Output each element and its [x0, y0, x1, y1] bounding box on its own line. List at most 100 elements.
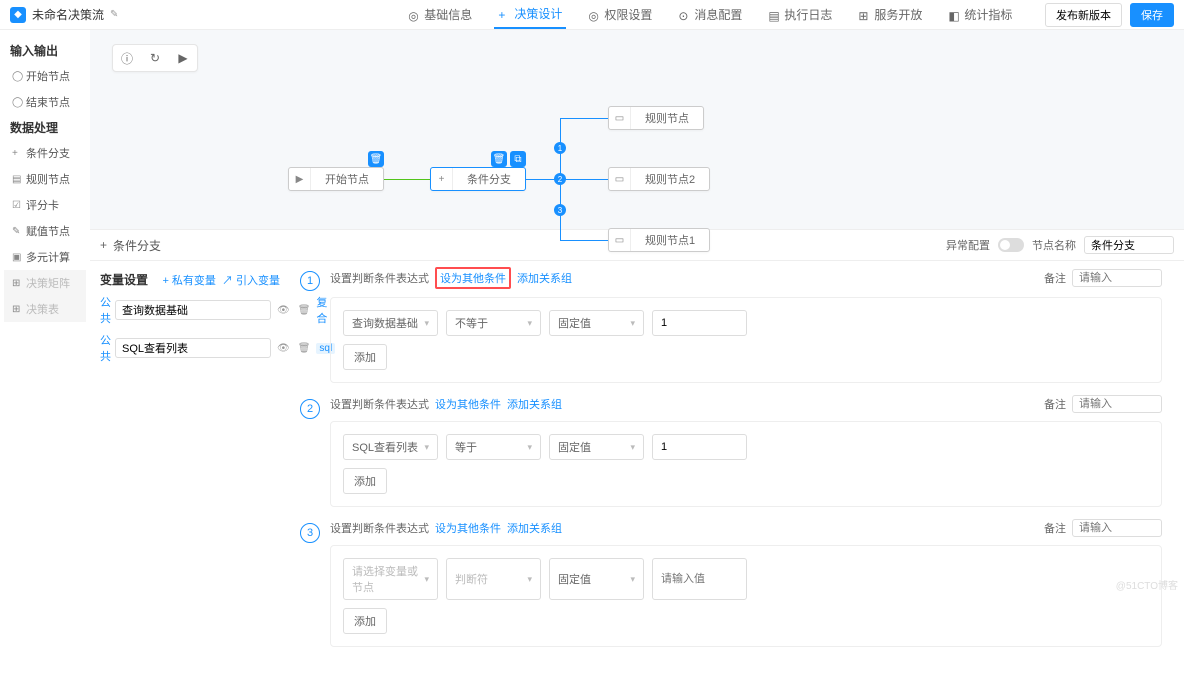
stats-icon: ◧ [948, 9, 960, 21]
canvas-toolbar: ⓘ ↻ ▶ [112, 44, 198, 72]
exception-label: 异常配置 [946, 237, 990, 253]
value-type-select[interactable]: 固定值▾ [549, 434, 644, 460]
value-input[interactable] [652, 434, 747, 460]
plus-icon: + [12, 148, 22, 159]
value-input[interactable] [652, 558, 747, 600]
value-type-select[interactable]: 固定值▾ [549, 558, 644, 600]
operator-select[interactable]: 等于▾ [446, 434, 541, 460]
var-name-input[interactable] [115, 300, 271, 320]
set-other-link[interactable]: 设为其他条件 [435, 520, 501, 536]
plus-icon: + [100, 238, 107, 252]
delete-icon[interactable]: 🗑 [491, 151, 507, 167]
add-relation-link[interactable]: 添加关系组 [507, 396, 562, 412]
sidebar: 输入输出 ◯开始节点 ◯结束节点 数据处理 +条件分支 ▤规则节点 ☑评分卡 ✎… [0, 30, 90, 679]
import-var-link[interactable]: ↗ 引入变量 [222, 272, 280, 288]
cond-label: 设置判断条件表达式 [330, 520, 429, 536]
plus-icon: + [498, 8, 510, 20]
var-head: 变量设置 [100, 271, 148, 288]
doc-icon: ▤ [768, 9, 780, 21]
add-button[interactable]: 添加 [343, 468, 387, 494]
chevron-down-icon: ▾ [630, 318, 635, 329]
sidebar-scorecard[interactable]: ☑评分卡 [4, 192, 86, 218]
set-other-link[interactable]: 设为其他条件 [435, 396, 501, 412]
private-var-link[interactable]: + 私有变量 [162, 272, 215, 288]
var-scope: 公共 [100, 332, 111, 364]
watermark: @51CTO博客 [1116, 577, 1178, 592]
set-other-link[interactable]: 设为其他条件 [435, 267, 511, 289]
grid-icon: ⊞ [858, 9, 870, 21]
sidebar-end-node[interactable]: ◯结束节点 [4, 89, 86, 115]
refresh-icon[interactable]: ↻ [141, 45, 169, 71]
sidebar-table: ⊞决策表 [4, 296, 86, 322]
circle-icon: ◯ [12, 71, 22, 82]
node-start[interactable]: 🗑 ▶ 开始节点 [288, 167, 384, 191]
plus-icon: + [431, 168, 453, 190]
nav-stats[interactable]: ◧统计指标 [944, 0, 1016, 29]
sidebar-condition[interactable]: +条件分支 [4, 140, 86, 166]
cond-label: 设置判断条件表达式 [330, 270, 429, 286]
add-button[interactable]: 添加 [343, 608, 387, 634]
add-relation-link[interactable]: 添加关系组 [517, 270, 572, 286]
remark-input[interactable] [1072, 269, 1162, 287]
operator-select[interactable]: 判断符▾ [446, 558, 541, 600]
node-branch[interactable]: 🗑 ⧉ + 条件分支 [430, 167, 526, 191]
grid-icon: ⊞ [12, 304, 22, 315]
edit-title-icon[interactable]: ✎ [110, 9, 118, 20]
circle-icon: ◎ [588, 9, 600, 21]
copy-icon[interactable]: ⧉ [510, 151, 526, 167]
nav-message[interactable]: ⊙消息配置 [674, 0, 746, 29]
link [560, 179, 608, 180]
play-icon[interactable]: ▶ [169, 45, 197, 71]
var-select[interactable]: 查询数据基础▾ [343, 310, 438, 336]
sidebar-rule[interactable]: ▤规则节点 [4, 166, 86, 192]
chevron-down-icon: ▾ [424, 442, 429, 453]
cond-num: 3 [300, 523, 320, 543]
add-relation-link[interactable]: 添加关系组 [507, 520, 562, 536]
node-rule-2[interactable]: ▭ 规则节点1 [608, 228, 710, 252]
nav-decision-design[interactable]: +决策设计 [494, 0, 566, 29]
info-icon[interactable]: ⓘ [113, 45, 141, 71]
nav-service[interactable]: ⊞服务开放 [854, 0, 926, 29]
remark-input[interactable] [1072, 395, 1162, 413]
nav-permission[interactable]: ◎权限设置 [584, 0, 656, 29]
var-select[interactable]: SQL查看列表▾ [343, 434, 438, 460]
node-name-input[interactable] [1084, 236, 1174, 254]
condition-block-3: 3 设置判断条件表达式 设为其他条件 添加关系组 备注 [300, 519, 1162, 647]
sidebar-proc-head: 数据处理 [4, 115, 86, 140]
sidebar-multicalc[interactable]: ▣多元计算 [4, 244, 86, 270]
circle-icon: ◯ [12, 97, 22, 108]
remark-input[interactable] [1072, 519, 1162, 537]
nav-log[interactable]: ▤执行日志 [764, 0, 836, 29]
node-rule-1[interactable]: ▭ 规则节点2 [608, 167, 710, 191]
release-button[interactable]: 发布新版本 [1045, 3, 1122, 27]
branch-num-2: 2 [554, 173, 566, 185]
branch-num-3: 3 [554, 204, 566, 216]
condition-block-1: 1 设置判断条件表达式 设为其他条件 添加关系组 备注 [300, 267, 1162, 383]
sidebar-matrix: ⊞决策矩阵 [4, 270, 86, 296]
remark-label: 备注 [1044, 270, 1066, 286]
var-row-1: 公共 👁 🗑 sql [100, 332, 280, 364]
link [560, 118, 608, 119]
chevron-down-icon: ▾ [527, 574, 532, 585]
exception-switch[interactable] [998, 238, 1024, 252]
add-button[interactable]: 添加 [343, 344, 387, 370]
condition-block-2: 2 设置判断条件表达式 设为其他条件 添加关系组 备注 [300, 395, 1162, 507]
sidebar-start-node[interactable]: ◯开始节点 [4, 63, 86, 89]
tab-branch[interactable]: 条件分支 [113, 237, 161, 254]
remark-label: 备注 [1044, 396, 1066, 412]
var-name-input[interactable] [115, 338, 271, 358]
var-select[interactable]: 请选择变量或节点▾ [343, 558, 438, 600]
cond-label: 设置判断条件表达式 [330, 396, 429, 412]
operator-select[interactable]: 不等于▾ [446, 310, 541, 336]
node-rule-0[interactable]: ▭ 规则节点 [608, 106, 704, 130]
chevron-down-icon: ▾ [630, 442, 635, 453]
sidebar-assign[interactable]: ✎赋值节点 [4, 218, 86, 244]
value-type-select[interactable]: 固定值▾ [549, 310, 644, 336]
save-button[interactable]: 保存 [1130, 3, 1174, 27]
value-input[interactable] [652, 310, 747, 336]
canvas[interactable]: ⓘ ↻ ▶ 1 2 3 🗑 ▶ 开始节点 🗑 ⧉ + [90, 30, 1184, 230]
variable-panel: 变量设置 + 私有变量 ↗ 引入变量 公共 👁 🗑 复合 [90, 261, 290, 679]
delete-icon[interactable]: 🗑 [368, 151, 384, 167]
nav-basic-info[interactable]: ◎基础信息 [404, 0, 476, 29]
edit-icon: ✎ [12, 226, 22, 237]
